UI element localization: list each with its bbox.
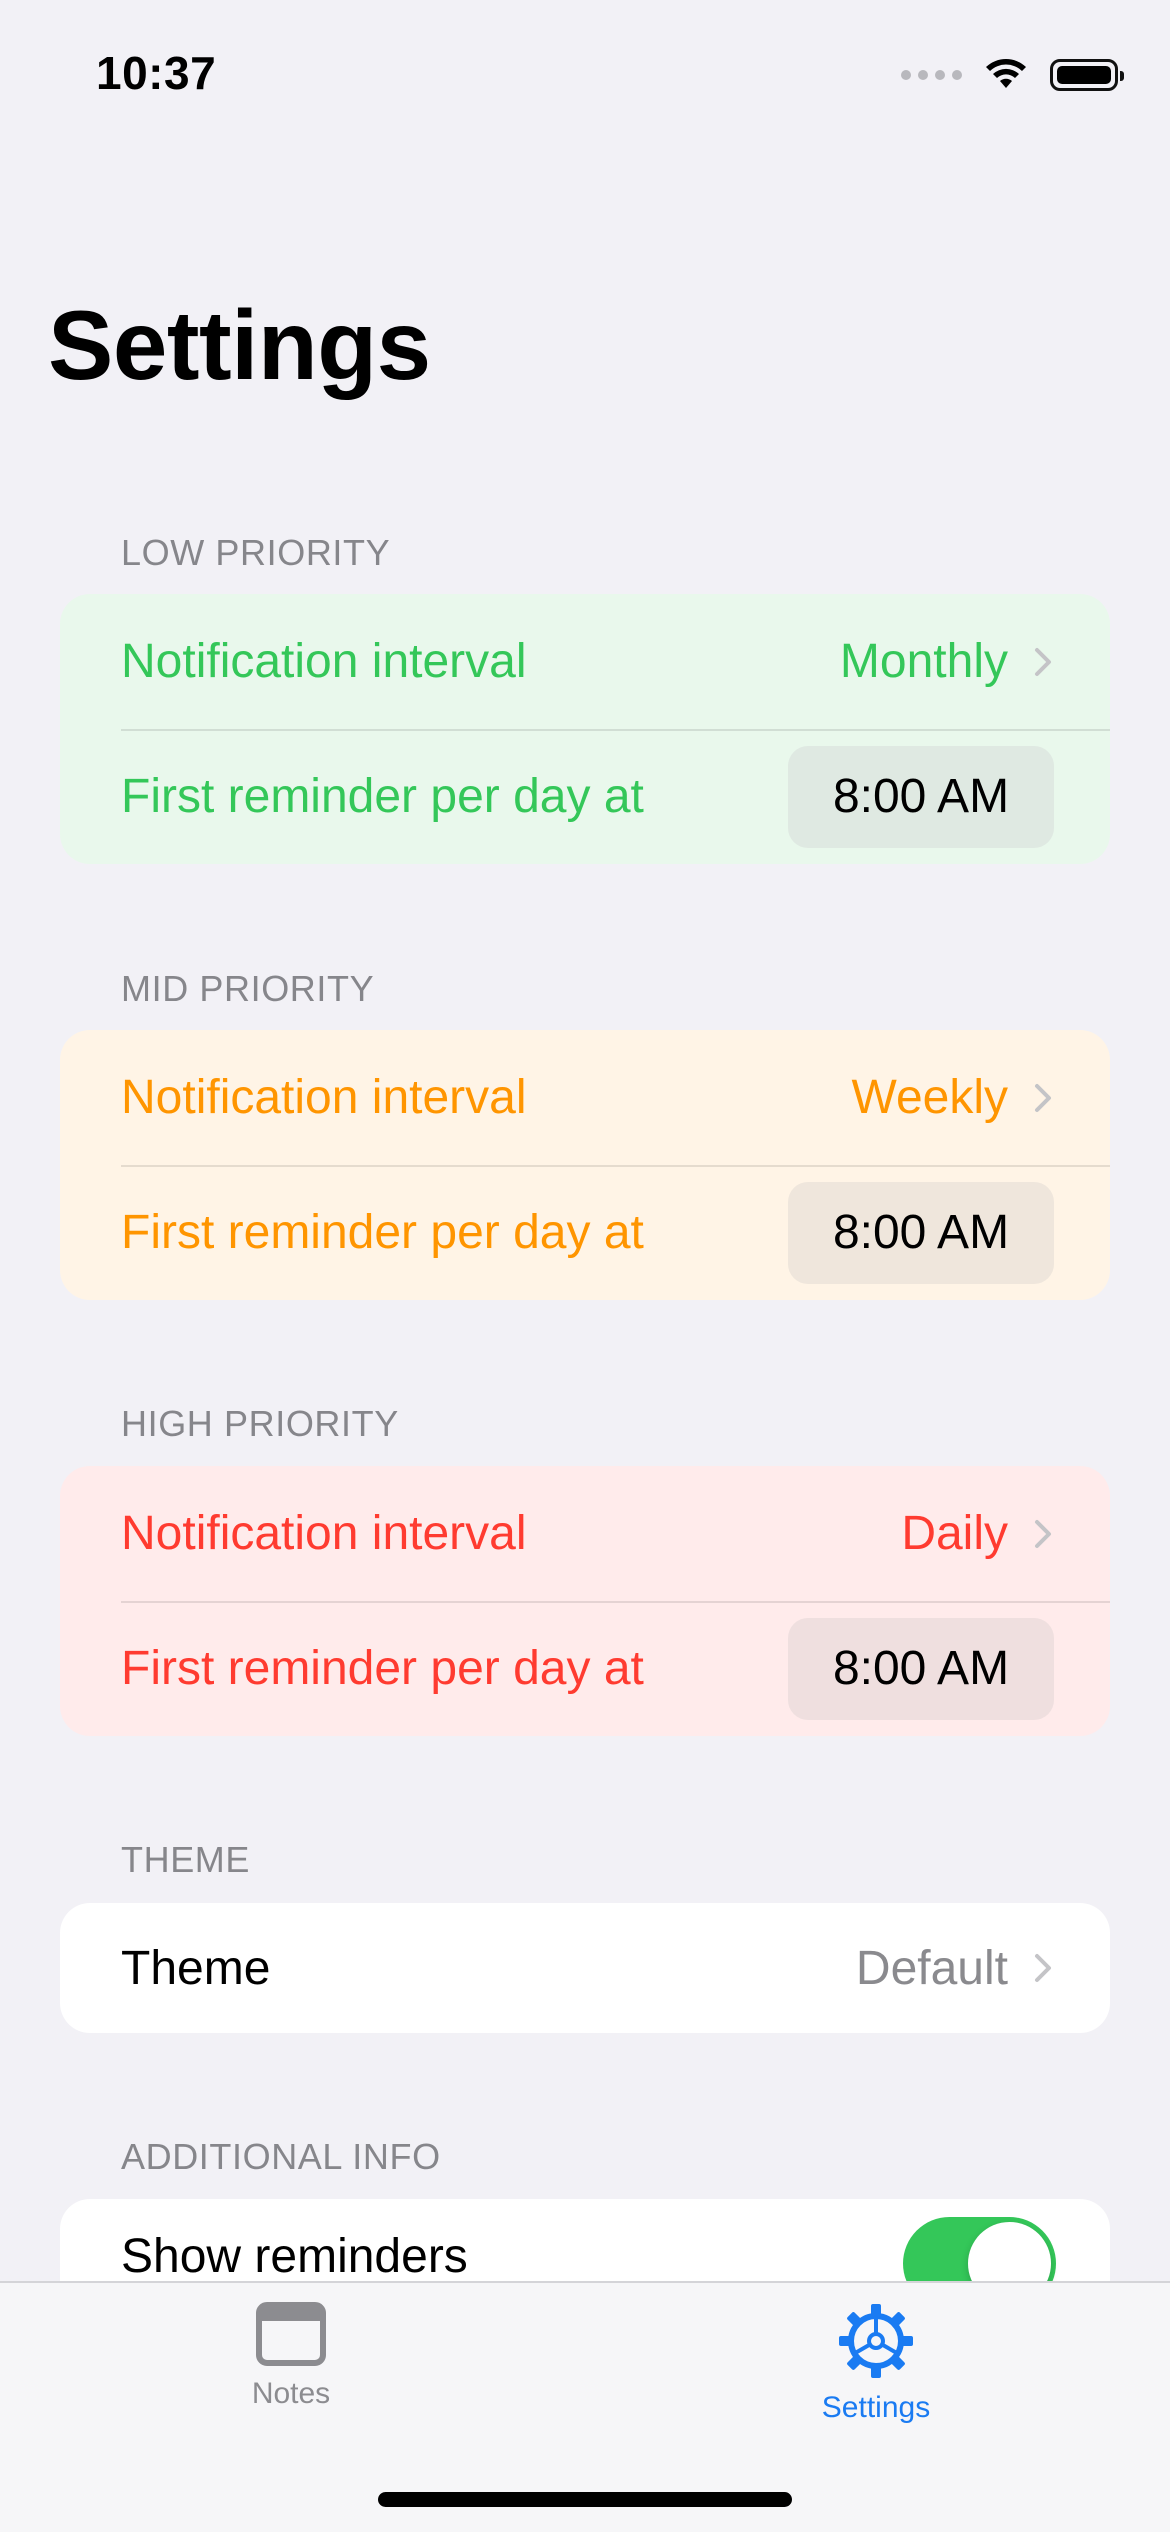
theme-row[interactable]: Theme Default [60,1903,1110,2033]
mid-reminder-row: First reminder per day at 8:00 AM [60,1165,1110,1300]
row-divider [121,1165,1110,1167]
mid-interval-row[interactable]: Notification interval Weekly [60,1030,1110,1165]
row-divider [121,1601,1110,1603]
chevron-right-icon [1035,1083,1051,1112]
battery-icon [1050,59,1124,91]
tab-label-settings: Settings [821,2391,931,2424]
high-priority-card: Notification interval Daily First remind… [60,1466,1110,1736]
high-reminder-row: First reminder per day at 8:00 AM [60,1601,1110,1736]
chevron-right-icon [1035,647,1051,676]
theme-label: Theme [121,1941,271,1995]
mid-reminder-label: First reminder per day at [121,1206,644,1259]
theme-card: Theme Default [60,1903,1110,2033]
mid-interval-value: Weekly [851,1071,1009,1124]
chevron-right-icon [1035,1519,1051,1548]
section-header-mid: MID PRIORITY [121,968,375,1009]
low-interval-value: Monthly [839,635,1008,688]
low-reminder-label: First reminder per day at [121,770,644,823]
high-interval-row[interactable]: Notification interval Daily [60,1466,1110,1601]
chevron-right-icon [1035,1954,1051,1982]
window-icon [256,2302,326,2366]
show-reminders-label: Show reminders [121,2230,468,2283]
theme-value: Default [855,1941,1008,1995]
status-icons [901,50,1124,100]
home-indicator [378,2492,792,2507]
high-reminder-time-picker[interactable]: 8:00 AM [788,1617,1054,1720]
row-divider [121,729,1110,731]
mid-priority-card: Notification interval Weekly First remin… [60,1030,1110,1300]
section-header-theme: THEME [121,1839,250,1880]
low-interval-row[interactable]: Notification interval Monthly [60,594,1110,729]
low-interval-label: Notification interval [121,635,527,688]
section-header-additional: ADDITIONAL INFO [121,2136,441,2177]
tab-settings[interactable]: Settings [776,2301,976,2425]
page-title: Settings [48,290,431,400]
section-header-high: HIGH PRIORITY [121,1403,399,1444]
status-bar: 10:37 [0,0,1170,140]
mid-interval-label: Notification interval [121,1071,527,1124]
section-header-low: LOW PRIORITY [121,532,391,573]
low-reminder-time-picker[interactable]: 8:00 AM [788,745,1054,848]
cellular-signal-icon [901,70,962,80]
high-interval-value: Daily [901,1507,1008,1560]
high-reminder-label: First reminder per day at [121,1642,644,1695]
gear-icon [839,2304,913,2378]
mid-reminder-time-picker[interactable]: 8:00 AM [788,1181,1054,1284]
wifi-icon [986,59,1026,88]
tab-label-notes: Notes [251,2377,331,2410]
tab-notes[interactable]: Notes [191,2301,391,2411]
low-reminder-row: First reminder per day at 8:00 AM [60,729,1110,864]
status-time: 10:37 [96,47,217,99]
low-priority-card: Notification interval Monthly First remi… [60,594,1110,864]
high-interval-label: Notification interval [121,1507,527,1560]
